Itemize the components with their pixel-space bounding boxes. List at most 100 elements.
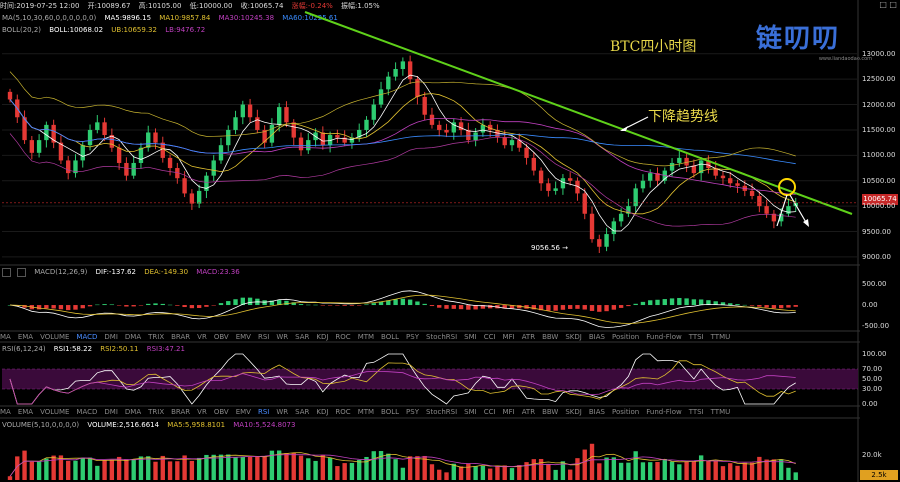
tab-trix[interactable]: TRIX: [148, 408, 164, 416]
tab-boll[interactable]: BOLL: [381, 333, 399, 341]
volume-bar: [102, 460, 107, 480]
volume-bar: [226, 454, 231, 480]
tab-skdj[interactable]: SKDJ: [565, 408, 582, 416]
tab-rsi[interactable]: RSI: [258, 333, 269, 341]
tab-stochrsi[interactable]: StochRSI: [426, 408, 457, 416]
tab-emv[interactable]: EMV: [236, 333, 251, 341]
tab-cci[interactable]: CCI: [484, 408, 496, 416]
tab-mtm[interactable]: MTM: [358, 408, 374, 416]
tab-mfi[interactable]: MFI: [503, 333, 515, 341]
tab-stochrsi[interactable]: StochRSI: [426, 333, 457, 341]
macd-histogram-bar: [182, 305, 187, 308]
tab-ma[interactable]: MA: [0, 408, 11, 416]
tab-atr[interactable]: ATR: [522, 333, 535, 341]
volume-bar: [677, 464, 682, 480]
tab-skdj[interactable]: SKDJ: [565, 333, 582, 341]
tab-dma[interactable]: DMA: [125, 333, 141, 341]
macd-params[interactable]: MACD(12,26,9): [34, 268, 87, 276]
tab-vr[interactable]: VR: [197, 333, 207, 341]
tab-position[interactable]: Position: [612, 333, 639, 341]
tab-vr[interactable]: VR: [197, 408, 207, 416]
tab-brar[interactable]: BRAR: [171, 408, 190, 416]
volume-bar: [306, 458, 311, 480]
volume-bar: [284, 453, 289, 480]
tab-ma[interactable]: MA: [0, 333, 11, 341]
tab-cci[interactable]: CCI: [484, 333, 496, 341]
tab-dma[interactable]: DMA: [125, 408, 141, 416]
tab-trix[interactable]: TRIX: [148, 333, 164, 341]
tab-smi[interactable]: SMI: [464, 333, 477, 341]
candle-body: [648, 173, 653, 181]
tab-kdj[interactable]: KDJ: [316, 408, 328, 416]
down-arrow-right: [789, 194, 808, 225]
tab-obv[interactable]: OBV: [214, 408, 229, 416]
tab-macd[interactable]: MACD: [76, 408, 97, 416]
volume-bar: [437, 469, 442, 480]
price-tick-label: 12000.00: [862, 100, 896, 109]
tab-sar[interactable]: SAR: [295, 333, 309, 341]
tab-kdj[interactable]: KDJ: [316, 333, 328, 341]
volume-bar: [298, 455, 304, 480]
volume-bar: [429, 464, 435, 480]
tab-brar[interactable]: BRAR: [171, 333, 190, 341]
tab-mtm[interactable]: MTM: [358, 333, 374, 341]
tab-ttsi[interactable]: TTSI: [689, 333, 704, 341]
tab-bias[interactable]: BIAS: [589, 333, 605, 341]
tab-wr[interactable]: WR: [276, 333, 288, 341]
tab-sar[interactable]: SAR: [295, 408, 309, 416]
tab-ema[interactable]: EMA: [18, 408, 33, 416]
macd-histogram-bar: [742, 304, 747, 306]
macd-tick-label: 0.00: [862, 301, 878, 310]
tab-ttsi[interactable]: TTSI: [689, 408, 704, 416]
tab-ttmu[interactable]: TTMU: [711, 408, 731, 416]
tab-boll[interactable]: BOLL: [381, 408, 399, 416]
tab-volume[interactable]: VOLUME: [40, 408, 69, 416]
volume-bar: [80, 457, 85, 480]
tab-ttmu[interactable]: TTMU: [711, 333, 731, 341]
macd-close-button[interactable]: [17, 267, 26, 277]
tab-dmi[interactable]: DMI: [104, 408, 118, 416]
tab-emv[interactable]: EMV: [236, 408, 251, 416]
tab-bbw[interactable]: BBW: [542, 408, 558, 416]
macd-histogram-bar: [589, 305, 595, 311]
volume-bar: [36, 461, 42, 480]
tab-fund-flow[interactable]: Fund-Flow: [646, 408, 681, 416]
tab-fund-flow[interactable]: Fund-Flow: [646, 333, 681, 341]
macd-settings-button[interactable]: [2, 267, 11, 277]
macd-histogram-bar: [669, 298, 675, 306]
macd-histogram-bar: [124, 305, 129, 307]
tab-dmi[interactable]: DMI: [104, 333, 118, 341]
tab-roc[interactable]: ROC: [335, 408, 350, 416]
macd-histogram-bar: [175, 305, 180, 306]
volume-bar: [568, 469, 573, 480]
macd-tick-label: 500.00: [862, 280, 887, 289]
tab-bbw[interactable]: BBW: [542, 333, 558, 341]
tab-roc[interactable]: ROC: [335, 333, 350, 341]
macd-histogram-bar: [437, 305, 442, 308]
tab-psy[interactable]: PSY: [406, 408, 419, 416]
tab-atr[interactable]: ATR: [522, 408, 535, 416]
tab-psy[interactable]: PSY: [406, 333, 419, 341]
macd-histogram-bar: [553, 305, 558, 311]
rsi-params[interactable]: RSI(6,12,24): [2, 345, 46, 353]
volume-value: VOLUME:2,516.6614: [87, 421, 160, 429]
tab-wr[interactable]: WR: [276, 408, 288, 416]
candle-body: [335, 135, 340, 138]
tab-rsi[interactable]: RSI: [258, 408, 269, 416]
tab-position[interactable]: Position: [612, 408, 639, 416]
tab-volume[interactable]: VOLUME: [40, 333, 69, 341]
rsi2-value: RSI2:50.11: [100, 345, 139, 353]
candle-body: [531, 157, 536, 171]
tab-obv[interactable]: OBV: [214, 333, 229, 341]
tab-ema[interactable]: EMA: [18, 333, 33, 341]
candle-body: [196, 190, 202, 204]
candle-body: [371, 104, 376, 120]
boll-lower-line: [9, 133, 796, 227]
tab-mfi[interactable]: MFI: [503, 408, 515, 416]
candle-body: [684, 157, 689, 166]
tab-smi[interactable]: SMI: [464, 408, 477, 416]
tab-macd[interactable]: MACD: [76, 333, 97, 341]
volume-params[interactable]: VOLUME(5,10,0,0,0,0): [2, 421, 79, 429]
tab-bias[interactable]: BIAS: [589, 408, 605, 416]
candle-body: [320, 132, 326, 146]
